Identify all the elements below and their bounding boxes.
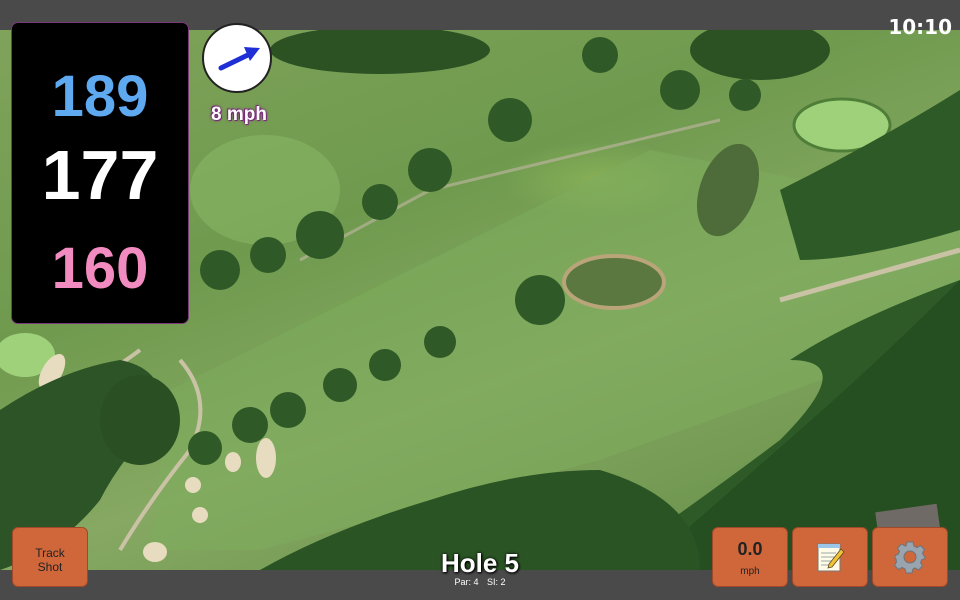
speed-unit: mph (740, 566, 760, 577)
track-shot-label-line2: Shot (37, 560, 63, 574)
hole-stroke-index: SI: 2 (487, 577, 506, 587)
speed-button[interactable]: 0.0 mph (712, 527, 788, 587)
track-shot-label-line1: Track (35, 546, 65, 560)
front-yardage: 160 (51, 236, 149, 301)
middle-yardage: 177 (41, 136, 159, 214)
gear-icon (893, 541, 926, 574)
notes-button[interactable] (792, 527, 868, 587)
speed-value: 0.0 (737, 539, 763, 559)
wind-indicator (202, 23, 272, 93)
hole-info: Par: 4 SI: 2 (380, 577, 580, 587)
settings-button[interactable] (872, 527, 948, 587)
status-clock: 10:10 (888, 15, 952, 39)
wind-speed-label: 8 mph (211, 104, 267, 125)
wind-arrow-icon (218, 47, 260, 71)
yardage-panel: 189 177 160 (11, 22, 189, 324)
back-yardage: 189 (51, 64, 149, 129)
hole-par: Par: 4 (454, 577, 479, 587)
hole-title: Hole 5 (440, 548, 520, 578)
track-shot-button[interactable]: Track Shot (12, 527, 88, 587)
notepad-icon (817, 543, 845, 572)
